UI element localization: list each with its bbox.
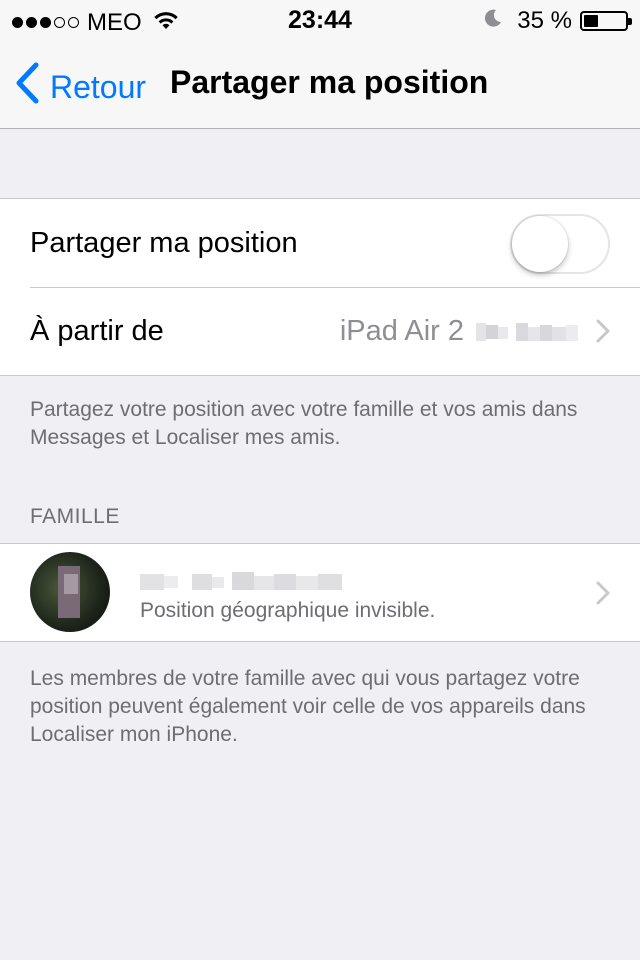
family-section-header: FAMILLE: [30, 505, 120, 528]
battery-icon: [580, 11, 632, 31]
do-not-disturb-moon-icon: [483, 7, 503, 35]
navigation-bar: Retour Partager ma position: [0, 40, 640, 129]
status-bar: MEO 23:44 35 %: [0, 0, 640, 40]
battery-fill: [584, 15, 598, 27]
redacted-member-name: [140, 568, 346, 599]
status-bar-right: 35 %: [483, 7, 632, 35]
toggle-knob: [512, 216, 568, 272]
device-name: iPad Air 2: [339, 315, 464, 347]
from-device-row[interactable]: À partir de iPad Air 2: [0, 287, 640, 375]
share-location-footer: Partagez votre position avec votre famil…: [30, 398, 578, 449]
from-device-label: À partir de: [30, 315, 164, 347]
share-location-row: Partager ma position: [0, 199, 640, 287]
chevron-left-icon: [14, 62, 50, 112]
share-location-toggle[interactable]: [510, 214, 610, 274]
family-member-row[interactable]: Position géographique invisible.: [0, 544, 640, 641]
chevron-right-icon: [596, 319, 610, 348]
page-title: Partager ma position: [170, 64, 489, 100]
redacted-device-owner: [476, 319, 582, 345]
back-label: Retour: [50, 68, 147, 105]
member-status: Position géographique invisible.: [140, 599, 436, 622]
back-button[interactable]: Retour: [14, 62, 146, 112]
family-footer: Les membres de votre famille avec qui vo…: [30, 667, 586, 746]
family-group: Position géographique invisible.: [0, 543, 640, 642]
from-device-value: iPad Air 2: [340, 315, 582, 348]
share-settings-group: Partager ma position À partir de iPad Ai…: [0, 198, 640, 376]
battery-percent: 35 %: [517, 7, 572, 34]
chevron-right-icon: [596, 581, 610, 610]
avatar: [30, 552, 110, 632]
share-location-label: Partager ma position: [30, 227, 298, 259]
